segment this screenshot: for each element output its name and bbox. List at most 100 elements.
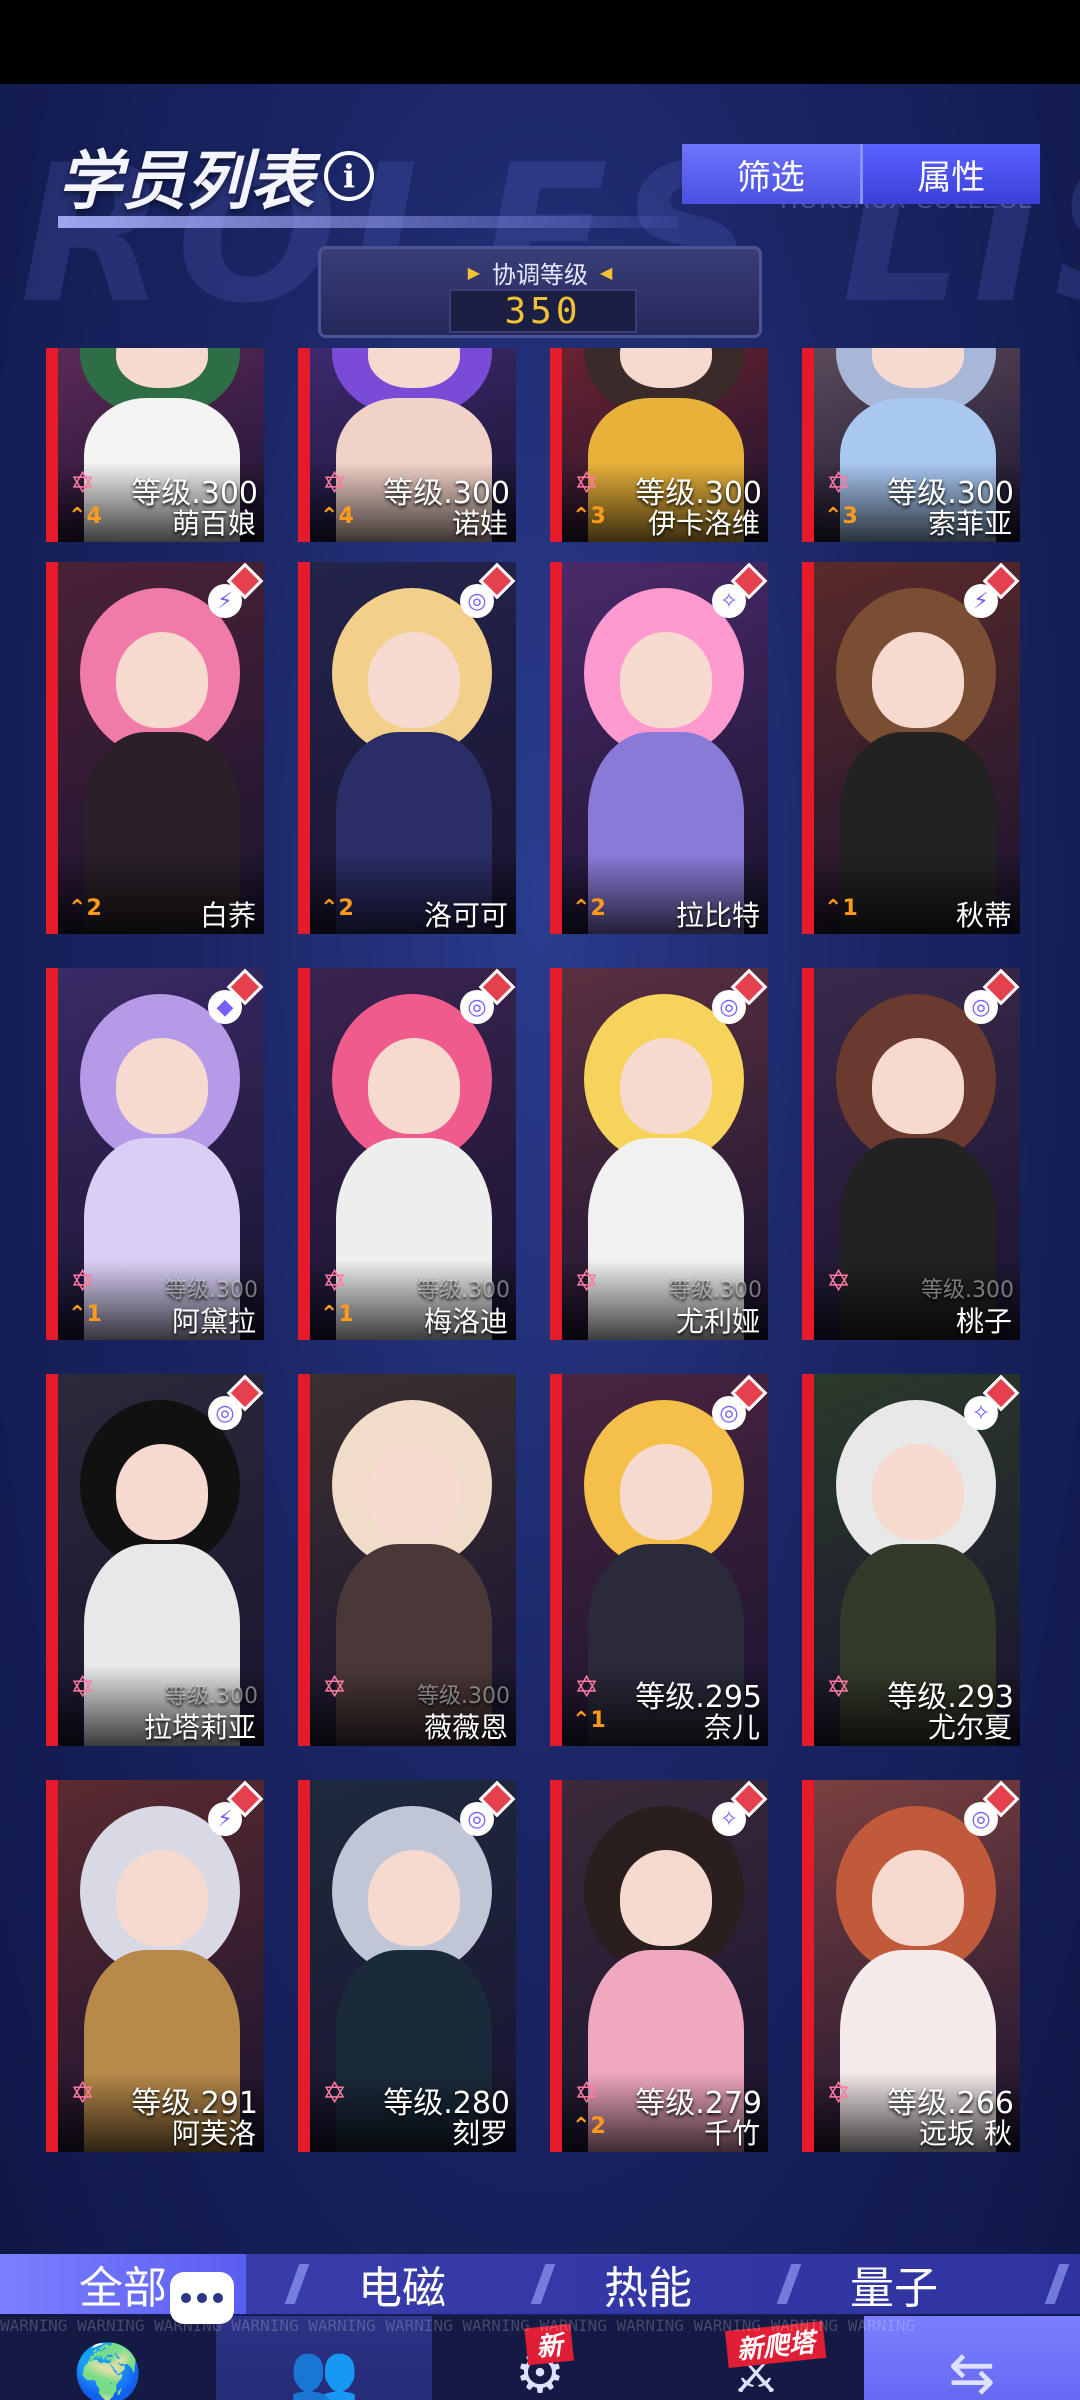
student-name: 奈儿 (703, 1711, 760, 1744)
student-name: 秋蒂 (955, 899, 1012, 932)
star-rank-icon: ✡ (574, 1670, 600, 1705)
coordination-value-box: 350 (449, 289, 637, 333)
element-tab-icon (1044, 2264, 1080, 2304)
rank-chevron-icon: ⌃4 (320, 504, 354, 529)
globe-icon: 🌍 (73, 2341, 143, 2400)
student-name: 尤尔夏 (927, 1711, 1012, 1744)
student-card[interactable]: ⚡ ⌃2 白荞 (46, 562, 264, 934)
top-buttons: 筛选 属性 (682, 144, 1040, 204)
student-card[interactable]: ✡ 等级.300 ⌃3 伊卡洛维 (550, 348, 768, 542)
quantum-icon: ◎ (208, 1396, 242, 1430)
student-card[interactable]: ◎ ✡ 等级.300 尤利娅 (550, 968, 768, 1340)
star-rank-icon: ✡ (70, 466, 96, 501)
attribute-button[interactable]: 属性 (859, 144, 1040, 204)
star-rank-icon: ✡ (574, 1264, 600, 1299)
student-card[interactable]: ⚡ ✡ 等级.291 阿芙洛 (46, 1780, 264, 2152)
student-card[interactable]: ⚡ ⌃1 秋蒂 (802, 562, 1020, 934)
star-rank-icon: ✡ (70, 2076, 96, 2111)
student-card[interactable]: ✧ ✡ 等级.293 尤尔夏 (802, 1374, 1020, 1746)
student-name: 洛可可 (423, 899, 508, 932)
student-name: 索菲亚 (927, 507, 1012, 540)
element-tab-icon (530, 2264, 598, 2304)
star-rank-icon: ✡ (826, 1670, 852, 1705)
quantum-icon: ◎ (460, 584, 494, 618)
student-card[interactable]: ✡ 等级.300 ⌃4 萌百娘 (46, 348, 264, 542)
element-badge: ◎ (460, 562, 516, 618)
student-card[interactable]: ◎ ⌃2 洛可可 (298, 562, 516, 934)
student-card[interactable]: ◎ ✡ 等级.300 拉塔莉亚 (46, 1374, 264, 1746)
star-rank-icon: ✡ (574, 466, 600, 501)
student-card[interactable]: ◎ ✡ 等级.295 ⌃1 奈儿 (550, 1374, 768, 1746)
coordination-level-label: 协调等级 (492, 261, 588, 289)
student-name: 诺娃 (451, 507, 508, 540)
light-icon: ✧ (712, 1802, 746, 1836)
student-rank: 1 (86, 1302, 102, 1327)
app-screen: ROLES LIST HORCRUX COLLEGE 学员列表 i 筛选 属性 … (0, 84, 1080, 2400)
student-rank: 3 (590, 504, 606, 529)
filter-tab[interactable]: 热能 (492, 2254, 738, 2314)
rank-chevron-icon: ⌃1 (824, 896, 858, 921)
rank-chevron-icon: ⌃4 (68, 504, 102, 529)
element-badge: ◎ (964, 1780, 1020, 1836)
rank-chevron-icon: ⌃1 (68, 1302, 102, 1327)
student-name: 远坂 秋 (919, 2117, 1012, 2150)
warning-strip: WARNING WARNING WARNING WARNING WARNING … (0, 2316, 916, 2335)
filter-tab[interactable]: 电磁 (246, 2254, 492, 2314)
quantum-icon: ◎ (712, 990, 746, 1024)
student-rank: 1 (338, 1302, 354, 1327)
title-underline (58, 216, 678, 228)
quantum-icon: ◎ (964, 1802, 998, 1836)
quantum-icon: ◎ (712, 1396, 746, 1430)
student-name: 白荞 (199, 899, 256, 932)
student-rank: 3 (842, 504, 858, 529)
rank-chevron-icon: ⌃3 (824, 504, 858, 529)
filter-tab[interactable]: 量子 (738, 2254, 984, 2314)
filter-tab-label: 全部 (79, 2263, 167, 2314)
student-name: 尤利娅 (675, 1305, 760, 1338)
element-badge: ✧ (712, 1780, 768, 1836)
student-card[interactable]: ◎ ✡ 等级.266 远坂 秋 (802, 1780, 1020, 2152)
star-rank-icon: ✡ (826, 1264, 852, 1299)
student-card[interactable]: ✡ 等级.300 ⌃4 诺娃 (298, 348, 516, 542)
status-bar (0, 0, 1080, 84)
student-name: 梅洛迪 (423, 1305, 508, 1338)
rank-chevron-icon: ⌃2 (572, 2114, 606, 2139)
quantum-icon: ◎ (460, 990, 494, 1024)
star-rank-icon: ✡ (322, 1670, 348, 1705)
student-name: 千竹 (703, 2117, 760, 2150)
chat-bubble-icon[interactable] (170, 2272, 234, 2324)
student-rank: 4 (338, 504, 354, 529)
student-card[interactable]: ✧ ✡ 等级.279 ⌃2 千竹 (550, 1780, 768, 2152)
student-card[interactable]: ◎ ✡ 等级.280 刻罗 (298, 1780, 516, 2152)
element-tab-icon (776, 2264, 844, 2304)
rank-chevron-icon: ⌃1 (572, 1708, 606, 1733)
star-rank-icon: ✡ (322, 1264, 348, 1299)
element-badge: ◎ (208, 1374, 264, 1430)
filter-button[interactable]: 筛选 (682, 144, 860, 204)
student-card[interactable]: ✡ 等级.300 ⌃3 索菲亚 (802, 348, 1020, 542)
page-title: 学员列表 (58, 144, 314, 219)
element-badge: ◆ (208, 968, 264, 1024)
student-rank: 2 (86, 896, 102, 921)
coordination-level-value: 350 (504, 290, 582, 332)
light-icon: ✧ (712, 584, 746, 618)
title-row: 学员列表 i (58, 136, 374, 219)
swap-icon: ⇆ (948, 2341, 996, 2400)
element-badge: ✧ (712, 562, 768, 618)
filter-tab-label: 电磁 (358, 2263, 446, 2314)
student-name: 桃子 (955, 1305, 1012, 1338)
student-name: 刻罗 (451, 2117, 508, 2150)
student-card[interactable]: ✡ 等级.300 薇薇恩 (298, 1374, 516, 1746)
student-name: 薇薇恩 (423, 1711, 508, 1744)
users-icon: 👥 (289, 2341, 359, 2400)
filter-tab[interactable]: 光 (984, 2254, 1080, 2314)
student-card[interactable]: ✧ ⌃2 拉比特 (550, 562, 768, 934)
student-card[interactable]: ◎ ✡ 等级.300 ⌃1 梅洛迪 (298, 968, 516, 1340)
element-filter-bar: 全部 电磁 热能 量子光 (0, 2254, 1080, 2314)
info-icon[interactable]: i (324, 151, 374, 201)
element-badge: ✧ (964, 1374, 1020, 1430)
rank-chevron-icon: ⌃2 (320, 896, 354, 921)
student-card[interactable]: ◎ ✡ 等级.300 桃子 (802, 968, 1020, 1340)
student-card[interactable]: ◆ ✡ 等级.300 ⌃1 阿黛拉 (46, 968, 264, 1340)
student-rank: 1 (590, 1708, 606, 1733)
